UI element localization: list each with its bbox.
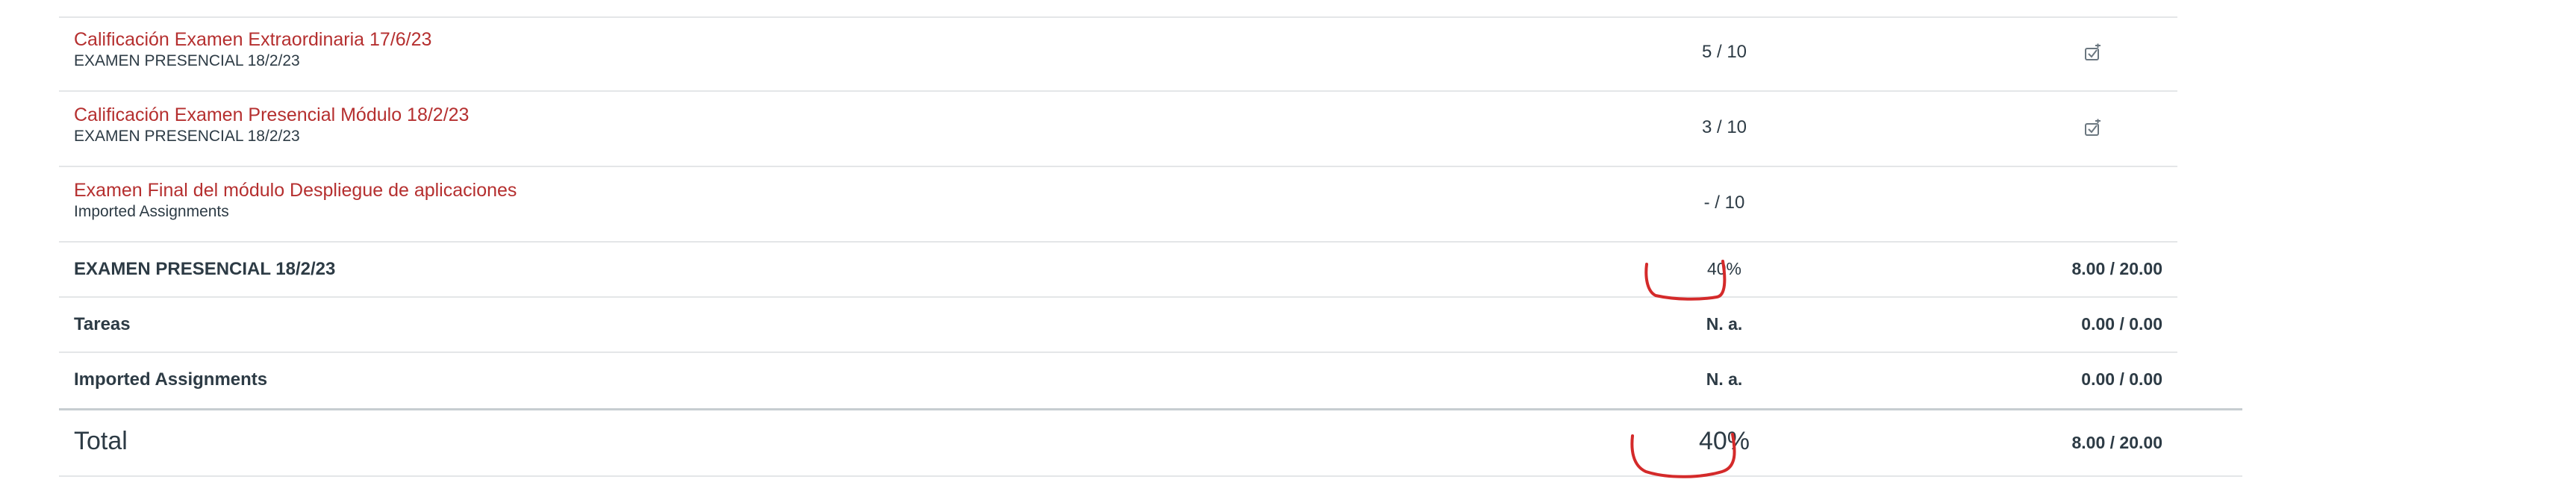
total-score: 40% <box>1698 427 1750 455</box>
assignment-group-row: Imported Assignments N. a. 0.00 / 0.00 <box>59 353 2177 408</box>
grades-table: Calificación Examen Extraordinaria 17/6/… <box>59 16 2242 477</box>
total-title-cell: Total <box>74 427 128 456</box>
group-name: Imported Assignments <box>74 369 268 390</box>
group-title-cell: EXAMEN PRESENCIAL 18/2/23 <box>74 259 335 280</box>
group-name: EXAMEN PRESENCIAL 18/2/23 <box>74 259 336 279</box>
group-score: 40% <box>1706 259 1742 278</box>
group-name: Tareas <box>74 314 131 334</box>
assignment-row: Examen Final del módulo Despliegue de ap… <box>59 167 2177 243</box>
group-points: 8.00 / 20.00 <box>2071 259 2163 278</box>
submission-status-icon[interactable] <box>2083 119 2103 138</box>
assignment-title-cell: Calificación Examen Extraordinaria 17/6/… <box>74 28 431 72</box>
assignment-row: Calificación Examen Presencial Módulo 18… <box>59 92 2177 167</box>
submission-status-icon[interactable] <box>2083 43 2103 63</box>
submission-status-icon-svg <box>2085 43 2101 60</box>
group-points: 0.00 / 0.00 <box>2081 314 2162 334</box>
assignment-link[interactable]: Calificación Examen Presencial Módulo 18… <box>74 104 469 126</box>
assignment-group-context: EXAMEN PRESENCIAL 18/2/23 <box>74 128 300 145</box>
group-score: N. a. <box>1706 369 1743 389</box>
assignment-link[interactable]: Calificación Examen Extraordinaria 17/6/… <box>74 28 431 51</box>
assignment-group-row: Tareas N. a. 0.00 / 0.00 <box>59 298 2177 353</box>
assignment-group-row: EXAMEN PRESENCIAL 18/2/23 40% 8.00 / 20.… <box>59 243 2177 298</box>
assignment-row: Calificación Examen Extraordinaria 17/6/… <box>59 16 2177 92</box>
group-points: 0.00 / 0.00 <box>2081 369 2162 389</box>
total-points: 8.00 / 20.00 <box>2071 433 2163 452</box>
assignment-link[interactable]: Examen Final del módulo Despliegue de ap… <box>74 179 517 201</box>
assignment-score: 3 / 10 <box>1701 117 1747 137</box>
assignment-score: - / 10 <box>1703 193 1745 213</box>
total-row: Total 40% 8.00 / 20.00 <box>59 408 2242 477</box>
assignment-group-context: EXAMEN PRESENCIAL 18/2/23 <box>74 52 300 69</box>
group-score: N. a. <box>1706 314 1743 334</box>
total-label: Total <box>74 427 128 455</box>
assignment-group-context: Imported Assignments <box>74 203 229 220</box>
group-title-cell: Imported Assignments <box>74 369 267 390</box>
assignment-title-cell: Calificación Examen Presencial Módulo 18… <box>74 104 469 147</box>
submission-status-icon-svg <box>2085 119 2101 136</box>
assignment-score: 5 / 10 <box>1701 42 1747 62</box>
group-title-cell: Tareas <box>74 314 131 335</box>
assignment-title-cell: Examen Final del módulo Despliegue de ap… <box>74 179 517 222</box>
